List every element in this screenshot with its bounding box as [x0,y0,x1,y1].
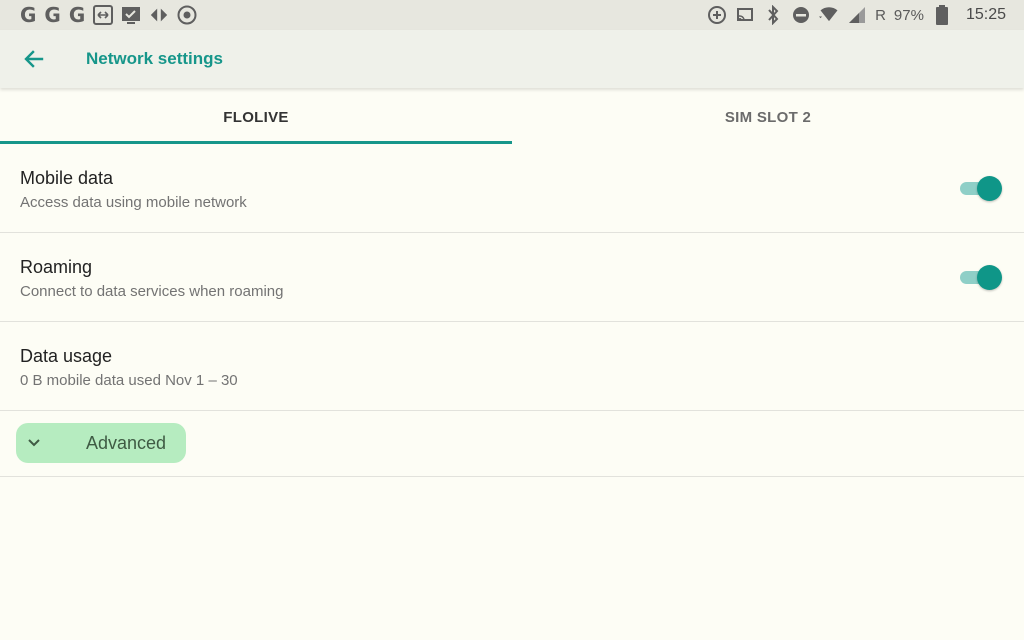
settings-list: Mobile data Access data using mobile net… [0,144,1024,477]
chrome-icon [177,5,197,25]
data-usage-summary: 0 B mobile data used Nov 1 – 30 [20,372,238,389]
chevron-down-icon [22,431,46,455]
data-usage-title: Data usage [20,346,113,366]
advanced-label: Advanced [86,432,167,453]
data-usage-row[interactable]: Data usage 0 B mobile data used Nov 1 – … [0,322,1024,411]
roaming-indicator: R [875,6,886,24]
toggle-thumb [977,265,1002,290]
google-icon: G [68,3,86,27]
clock: 15:25 [965,6,1006,23]
mobile-data-toggle[interactable] [958,175,1002,201]
app-bar: Network settings [0,30,1024,88]
status-bar: G G G R 97% 15:25 [0,0,1024,30]
google-icon: G [20,3,37,27]
back-button[interactable] [14,39,54,79]
data-saver-icon [707,5,727,25]
roaming-summary: Connect to data services when roaming [20,283,284,300]
advanced-row: Advanced [0,411,1024,477]
roaming-toggle[interactable] [958,264,1002,290]
cast-icon [735,5,755,25]
mobile-data-row[interactable]: Mobile data Access data using mobile net… [0,144,1024,233]
mobile-data-summary: Access data using mobile network [20,194,247,211]
battery-icon [932,5,952,25]
page-title: Network settings [86,49,223,68]
roaming-title: Roaming [20,257,93,277]
sim-tabs: FLOLIVE SIM SLOT 2 [0,90,1024,144]
advanced-button[interactable]: Advanced [16,423,186,463]
roaming-row[interactable]: Roaming Connect to data services when ro… [0,233,1024,322]
system-icons: R 97% 15:25 [707,5,1006,25]
checkbox-icon [121,5,141,25]
cell-signal-icon [847,5,867,25]
tab-flolive[interactable]: FLOLIVE [0,90,512,144]
battery-percent: 97% [893,6,924,24]
notification-icons: G G G [20,5,197,25]
mobile-data-title: Mobile data [20,168,114,188]
bluetooth-icon [763,5,783,25]
google-icon: G [44,3,61,27]
do-not-disturb-icon [791,5,811,25]
toggle-thumb [977,176,1002,201]
arrow-back-icon [24,50,44,68]
wifi-icon [819,5,839,25]
remote-desktop-icon [93,5,114,25]
code-arrows-icon [149,5,169,25]
tab-sim-slot-2[interactable]: SIM SLOT 2 [512,90,1024,144]
